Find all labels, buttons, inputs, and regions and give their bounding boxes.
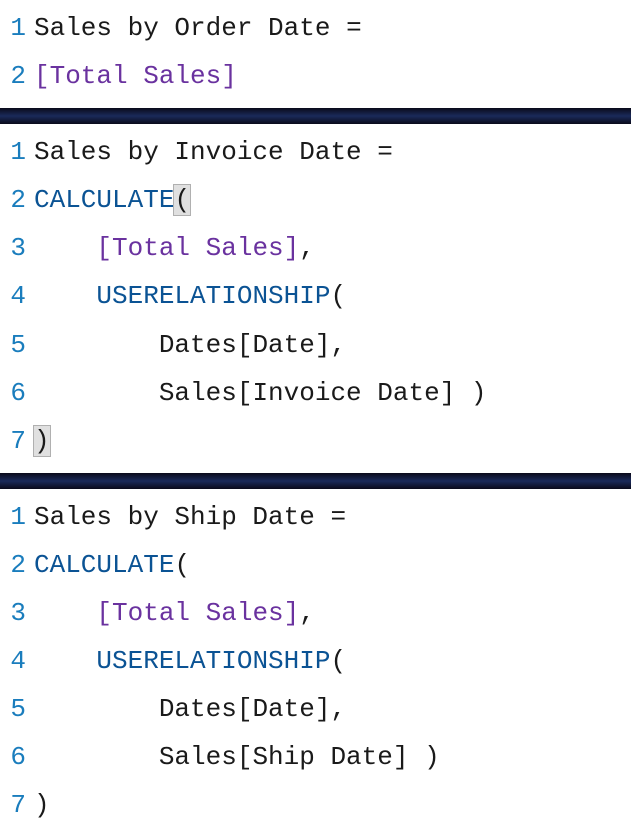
- line-number: 3: [0, 589, 26, 637]
- code-content[interactable]: [Total Sales],: [26, 589, 315, 637]
- line-number: 5: [0, 321, 26, 369]
- code-token: [34, 281, 96, 311]
- code-content[interactable]: CALCULATE(: [26, 541, 190, 589]
- code-token: CALCULATE: [34, 185, 174, 215]
- code-content[interactable]: [Total Sales],: [26, 224, 315, 272]
- code-token: =: [330, 502, 346, 532]
- code-line[interactable]: 5 Dates[Date],: [0, 685, 631, 733]
- code-line[interactable]: 7): [0, 781, 631, 829]
- code-line[interactable]: 5 Dates[Date],: [0, 321, 631, 369]
- code-line[interactable]: 6 Sales[Ship Date] ): [0, 733, 631, 781]
- line-number: 4: [0, 637, 26, 685]
- code-content[interactable]: [Total Sales]: [26, 52, 237, 100]
- code-line[interactable]: 4 USERELATIONSHIP(: [0, 637, 631, 685]
- code-token: [34, 378, 159, 408]
- measure-sales-by-ship-date[interactable]: 1Sales by Ship Date =2CALCULATE(3 [Total…: [0, 489, 631, 838]
- line-number: 2: [0, 541, 26, 589]
- line-number: 1: [0, 128, 26, 176]
- code-content[interactable]: ): [26, 417, 50, 465]
- code-token: Sales by Ship Date: [34, 502, 330, 532]
- line-number: 6: [0, 733, 26, 781]
- code-token: ): [471, 378, 487, 408]
- code-token: USERELATIONSHIP: [96, 281, 330, 311]
- code-line[interactable]: 1Sales by Invoice Date =: [0, 128, 631, 176]
- line-number: 7: [0, 781, 26, 829]
- code-token: [34, 330, 159, 360]
- dax-editor-stack: 1Sales by Order Date =2[Total Sales]1Sal…: [0, 0, 631, 838]
- code-token: ,: [299, 598, 315, 628]
- code-line[interactable]: 1Sales by Order Date =: [0, 4, 631, 52]
- code-token: ,: [330, 330, 346, 360]
- line-number: 1: [0, 493, 26, 541]
- line-number: 1: [0, 4, 26, 52]
- code-line[interactable]: 3 [Total Sales],: [0, 589, 631, 637]
- code-content[interactable]: Sales[Invoice Date] ): [26, 369, 487, 417]
- code-line[interactable]: 3 [Total Sales],: [0, 224, 631, 272]
- code-line[interactable]: 1Sales by Ship Date =: [0, 493, 631, 541]
- code-content[interactable]: Dates[Date],: [26, 685, 346, 733]
- code-line[interactable]: 7): [0, 417, 631, 465]
- code-token: [34, 233, 96, 263]
- code-token: =: [377, 137, 393, 167]
- code-content[interactable]: USERELATIONSHIP(: [26, 272, 346, 320]
- code-token: Sales by Invoice Date: [34, 137, 377, 167]
- code-token: [455, 378, 471, 408]
- code-token: (: [174, 185, 190, 215]
- code-token: Dates[Date]: [159, 694, 331, 724]
- code-token: Sales by Order Date: [34, 13, 346, 43]
- code-token: [Total Sales]: [34, 61, 237, 91]
- code-token: (: [174, 550, 190, 580]
- line-number: 4: [0, 272, 26, 320]
- line-number: 5: [0, 685, 26, 733]
- code-token: (: [330, 646, 346, 676]
- code-token: [Total Sales]: [96, 598, 299, 628]
- line-number: 6: [0, 369, 26, 417]
- line-number: 7: [0, 417, 26, 465]
- measure-sales-by-invoice-date[interactable]: 1Sales by Invoice Date =2CALCULATE(3 [To…: [0, 124, 631, 473]
- code-line[interactable]: 4 USERELATIONSHIP(: [0, 272, 631, 320]
- code-content[interactable]: Sales by Order Date =: [26, 4, 362, 52]
- code-content[interactable]: Sales by Ship Date =: [26, 493, 346, 541]
- code-token: ): [34, 790, 50, 820]
- code-line[interactable]: 6 Sales[Invoice Date] ): [0, 369, 631, 417]
- code-token: Dates[Date]: [159, 330, 331, 360]
- code-token: =: [346, 13, 362, 43]
- code-token: ,: [299, 233, 315, 263]
- code-token: ): [424, 742, 440, 772]
- code-token: (: [330, 281, 346, 311]
- line-number: 2: [0, 52, 26, 100]
- code-token: ): [34, 426, 50, 456]
- code-token: [34, 646, 96, 676]
- code-line[interactable]: 2 [Total Sales]: [0, 52, 631, 100]
- code-content[interactable]: USERELATIONSHIP(: [26, 637, 346, 685]
- code-line[interactable]: 2CALCULATE(: [0, 176, 631, 224]
- code-content[interactable]: Sales[Ship Date] ): [26, 733, 440, 781]
- block-separator: [0, 473, 631, 489]
- line-number: 2: [0, 176, 26, 224]
- code-token: [Total Sales]: [96, 233, 299, 263]
- code-content[interactable]: Sales by Invoice Date =: [26, 128, 393, 176]
- line-number: 3: [0, 224, 26, 272]
- code-token: ,: [330, 694, 346, 724]
- code-token: Sales[Ship Date]: [159, 742, 409, 772]
- code-token: Sales[Invoice Date]: [159, 378, 455, 408]
- code-token: [34, 598, 96, 628]
- code-token: USERELATIONSHIP: [96, 646, 330, 676]
- code-token: [408, 742, 424, 772]
- code-token: CALCULATE: [34, 550, 174, 580]
- block-separator: [0, 108, 631, 124]
- code-line[interactable]: 2CALCULATE(: [0, 541, 631, 589]
- code-token: [34, 694, 159, 724]
- measure-sales-by-order-date[interactable]: 1Sales by Order Date =2[Total Sales]: [0, 0, 631, 108]
- code-content[interactable]: ): [26, 781, 50, 829]
- code-content[interactable]: Dates[Date],: [26, 321, 346, 369]
- code-token: [34, 742, 159, 772]
- code-content[interactable]: CALCULATE(: [26, 176, 190, 224]
